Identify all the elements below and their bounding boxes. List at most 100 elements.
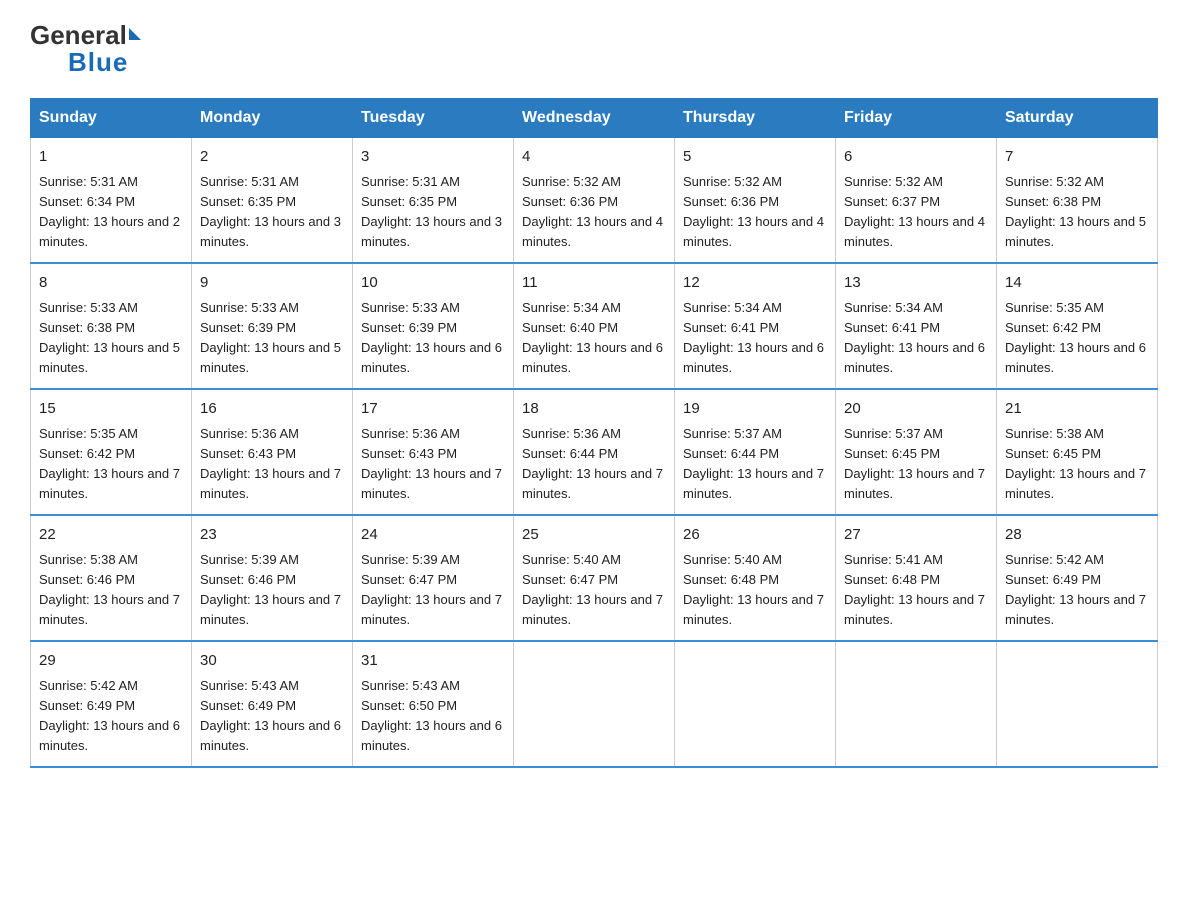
calendar-cell: 14 Sunrise: 5:35 AMSunset: 6:42 PMDayligh… [997,263,1158,389]
day-number: 17 [361,398,505,421]
day-number: 24 [361,524,505,547]
calendar-cell: 11 Sunrise: 5:34 AMSunset: 6:40 PMDayligh… [514,263,675,389]
calendar-cell: 3 Sunrise: 5:31 AMSunset: 6:35 PMDaylight… [353,138,514,264]
day-number: 18 [522,398,666,421]
day-number: 22 [39,524,183,547]
calendar-cell: 5 Sunrise: 5:32 AMSunset: 6:36 PMDaylight… [675,138,836,264]
day-number: 4 [522,146,666,169]
day-info: Sunrise: 5:32 AMSunset: 6:36 PMDaylight:… [522,172,666,253]
calendar-cell: 21 Sunrise: 5:38 AMSunset: 6:45 PMDayligh… [997,389,1158,515]
header-monday: Monday [192,99,353,138]
day-info: Sunrise: 5:43 AMSunset: 6:50 PMDaylight:… [361,676,505,757]
calendar-cell: 7 Sunrise: 5:32 AMSunset: 6:38 PMDaylight… [997,138,1158,264]
calendar-cell [997,641,1158,767]
header-wednesday: Wednesday [514,99,675,138]
page-header: General Blue [30,20,1158,78]
day-info: Sunrise: 5:37 AMSunset: 6:44 PMDaylight:… [683,424,827,505]
calendar-cell [675,641,836,767]
calendar-cell: 15 Sunrise: 5:35 AMSunset: 6:42 PMDayligh… [31,389,192,515]
day-number: 10 [361,272,505,295]
calendar-cell: 26Sunrise: 5:40 AMSunset: 6:48 PMDayligh… [675,515,836,641]
header-saturday: Saturday [997,99,1158,138]
day-info: Sunrise: 5:35 AMSunset: 6:42 PMDaylight:… [1005,298,1149,379]
calendar-cell: 6 Sunrise: 5:32 AMSunset: 6:37 PMDaylight… [836,138,997,264]
calendar-cell: 17 Sunrise: 5:36 AMSunset: 6:43 PMDayligh… [353,389,514,515]
day-number: 20 [844,398,988,421]
calendar-cell [514,641,675,767]
calendar-cell [836,641,997,767]
calendar-cell: 18 Sunrise: 5:36 AMSunset: 6:44 PMDayligh… [514,389,675,515]
calendar-week-row: 1Sunrise: 5:31 AMSunset: 6:34 PMDaylight… [31,138,1158,264]
calendar-cell: 9 Sunrise: 5:33 AMSunset: 6:39 PMDaylight… [192,263,353,389]
calendar-cell: 4 Sunrise: 5:32 AMSunset: 6:36 PMDaylight… [514,138,675,264]
day-info: Sunrise: 5:43 AMSunset: 6:49 PMDaylight:… [200,676,344,757]
day-info: Sunrise: 5:41 AMSunset: 6:48 PMDaylight:… [844,550,988,631]
day-info: Sunrise: 5:36 AMSunset: 6:43 PMDaylight:… [361,424,505,505]
day-number: 9 [200,272,344,295]
day-number: 2 [200,146,344,169]
calendar-cell: 10 Sunrise: 5:33 AMSunset: 6:39 PMDayligh… [353,263,514,389]
day-number: 8 [39,272,183,295]
calendar-cell: 19 Sunrise: 5:37 AMSunset: 6:44 PMDayligh… [675,389,836,515]
calendar-cell: 16Sunrise: 5:36 AMSunset: 6:43 PMDayligh… [192,389,353,515]
calendar-cell: 25 Sunrise: 5:40 AMSunset: 6:47 PMDayligh… [514,515,675,641]
calendar-week-row: 15 Sunrise: 5:35 AMSunset: 6:42 PMDayligh… [31,389,1158,515]
day-info: Sunrise: 5:40 AMSunset: 6:48 PMDaylight:… [683,550,827,631]
day-info: Sunrise: 5:40 AMSunset: 6:47 PMDaylight:… [522,550,666,631]
day-number: 28 [1005,524,1149,547]
day-info: Sunrise: 5:37 AMSunset: 6:45 PMDaylight:… [844,424,988,505]
logo: General Blue [30,20,141,78]
calendar-cell: 31 Sunrise: 5:43 AMSunset: 6:50 PMDayligh… [353,641,514,767]
day-number: 21 [1005,398,1149,421]
day-info: Sunrise: 5:32 AMSunset: 6:36 PMDaylight:… [683,172,827,253]
day-number: 27 [844,524,988,547]
header-sunday: Sunday [31,99,192,138]
day-info: Sunrise: 5:38 AMSunset: 6:45 PMDaylight:… [1005,424,1149,505]
header-thursday: Thursday [675,99,836,138]
logo-blue-text: Blue [30,47,128,78]
day-number: 7 [1005,146,1149,169]
day-info: Sunrise: 5:36 AMSunset: 6:43 PMDaylight:… [200,424,344,505]
day-info: Sunrise: 5:33 AMSunset: 6:38 PMDaylight:… [39,298,183,379]
day-info: Sunrise: 5:42 AMSunset: 6:49 PMDaylight:… [1005,550,1149,631]
day-info: Sunrise: 5:34 AMSunset: 6:41 PMDaylight:… [683,298,827,379]
day-info: Sunrise: 5:33 AMSunset: 6:39 PMDaylight:… [200,298,344,379]
day-number: 15 [39,398,183,421]
calendar-header-row: SundayMondayTuesdayWednesdayThursdayFrid… [31,99,1158,138]
calendar-cell: 24 Sunrise: 5:39 AMSunset: 6:47 PMDayligh… [353,515,514,641]
day-info: Sunrise: 5:31 AMSunset: 6:35 PMDaylight:… [361,172,505,253]
calendar-cell: 29 Sunrise: 5:42 AMSunset: 6:49 PMDayligh… [31,641,192,767]
day-info: Sunrise: 5:34 AMSunset: 6:40 PMDaylight:… [522,298,666,379]
header-friday: Friday [836,99,997,138]
day-number: 23 [200,524,344,547]
day-number: 19 [683,398,827,421]
day-number: 5 [683,146,827,169]
calendar-cell: 8 Sunrise: 5:33 AMSunset: 6:38 PMDaylight… [31,263,192,389]
logo-triangle-icon [129,28,141,40]
day-number: 12 [683,272,827,295]
day-number: 13 [844,272,988,295]
day-info: Sunrise: 5:39 AMSunset: 6:47 PMDaylight:… [361,550,505,631]
day-info: Sunrise: 5:33 AMSunset: 6:39 PMDaylight:… [361,298,505,379]
day-number: 14 [1005,272,1149,295]
day-number: 3 [361,146,505,169]
day-number: 6 [844,146,988,169]
day-info: Sunrise: 5:42 AMSunset: 6:49 PMDaylight:… [39,676,183,757]
day-info: Sunrise: 5:32 AMSunset: 6:37 PMDaylight:… [844,172,988,253]
day-info: Sunrise: 5:31 AMSunset: 6:35 PMDaylight:… [200,172,344,253]
day-number: 31 [361,650,505,673]
calendar-cell: 23Sunrise: 5:39 AMSunset: 6:46 PMDayligh… [192,515,353,641]
calendar-cell: 20 Sunrise: 5:37 AMSunset: 6:45 PMDayligh… [836,389,997,515]
day-number: 25 [522,524,666,547]
header-tuesday: Tuesday [353,99,514,138]
day-info: Sunrise: 5:35 AMSunset: 6:42 PMDaylight:… [39,424,183,505]
day-info: Sunrise: 5:34 AMSunset: 6:41 PMDaylight:… [844,298,988,379]
calendar-cell: 27 Sunrise: 5:41 AMSunset: 6:48 PMDayligh… [836,515,997,641]
calendar-cell: 1Sunrise: 5:31 AMSunset: 6:34 PMDaylight… [31,138,192,264]
day-info: Sunrise: 5:36 AMSunset: 6:44 PMDaylight:… [522,424,666,505]
day-number: 1 [39,146,183,169]
day-number: 11 [522,272,666,295]
day-info: Sunrise: 5:32 AMSunset: 6:38 PMDaylight:… [1005,172,1149,253]
day-number: 29 [39,650,183,673]
calendar-cell: 30Sunrise: 5:43 AMSunset: 6:49 PMDayligh… [192,641,353,767]
